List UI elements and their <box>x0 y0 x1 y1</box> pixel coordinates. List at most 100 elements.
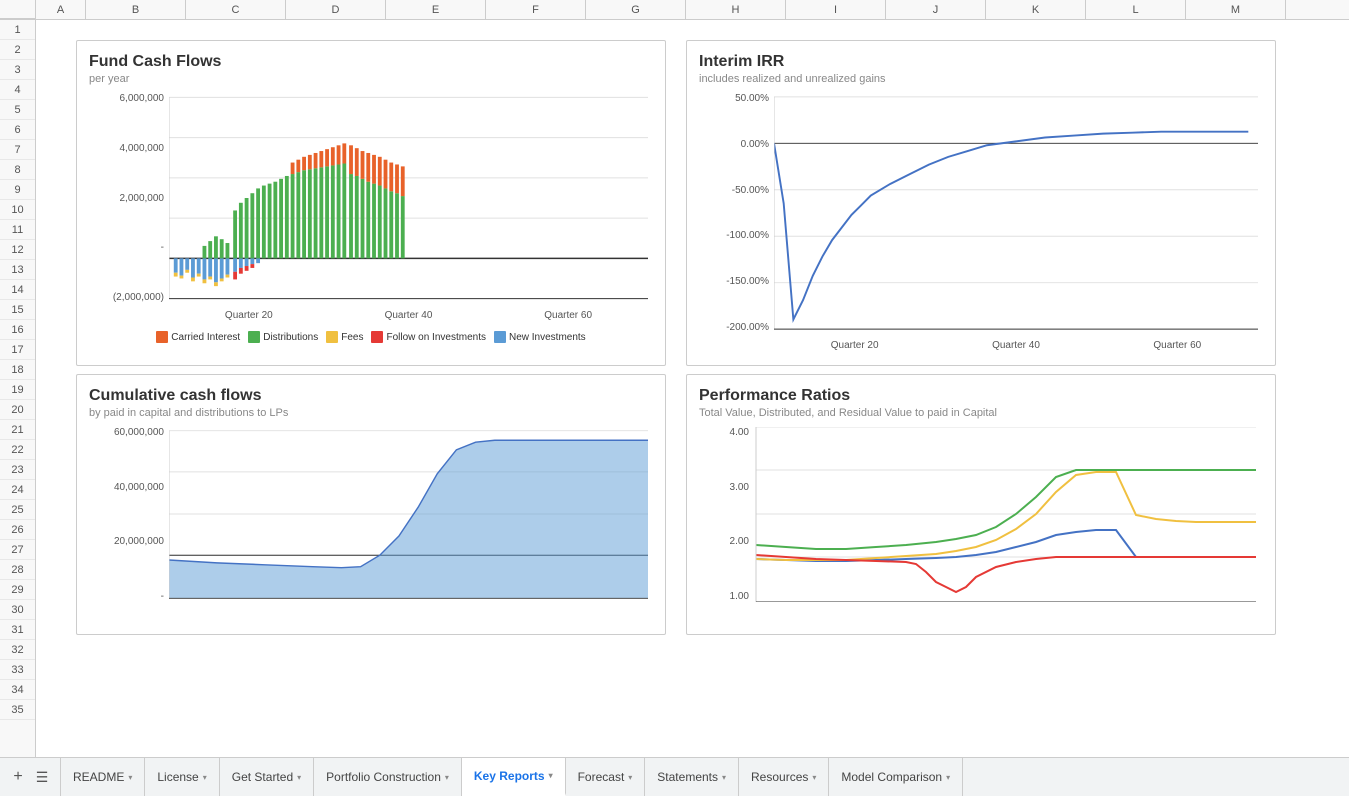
new-investments-color <box>494 331 506 343</box>
irr-x-q60: Quarter 60 <box>1153 340 1201 351</box>
tab-license[interactable]: License▾ <box>145 758 219 796</box>
tab-label: Statements <box>657 770 718 784</box>
row-num-29[interactable]: 29 <box>0 580 35 600</box>
follow-on-color <box>371 331 383 343</box>
legend-new-investments: New Investments <box>494 331 586 343</box>
row-num-34[interactable]: 34 <box>0 680 35 700</box>
row-num-10[interactable]: 10 <box>0 200 35 220</box>
col-header-e[interactable]: E <box>386 0 486 19</box>
row-num-9[interactable]: 9 <box>0 180 35 200</box>
row-num-30[interactable]: 30 <box>0 600 35 620</box>
tab-label: Get Started <box>232 770 293 784</box>
col-header-m[interactable]: M <box>1186 0 1286 19</box>
cum-y-60m: 60,000,000 <box>89 427 164 438</box>
tab-bar: + ☰ README▾License▾Get Started▾Portfolio… <box>0 757 1349 796</box>
tab-chevron-icon[interactable]: ▾ <box>445 773 449 782</box>
tab-chevron-icon[interactable]: ▾ <box>812 773 816 782</box>
add-sheet-button[interactable]: + <box>8 767 28 787</box>
row-num-25[interactable]: 25 <box>0 500 35 520</box>
interim-irr-subtitle: includes realized and unrealized gains <box>699 73 1263 85</box>
row-num-5[interactable]: 5 <box>0 100 35 120</box>
row-num-31[interactable]: 31 <box>0 620 35 640</box>
row-num-28[interactable]: 28 <box>0 560 35 580</box>
tab-forecast[interactable]: Forecast▾ <box>566 758 646 796</box>
row-num-1[interactable]: 1 <box>0 20 35 40</box>
col-header-d[interactable]: D <box>286 0 386 19</box>
row-num-14[interactable]: 14 <box>0 280 35 300</box>
col-header-i[interactable]: I <box>786 0 886 19</box>
perf-y-2: 2.00 <box>699 536 749 547</box>
performance-ratios-panel: Performance Ratios Total Value, Distribu… <box>686 374 1276 635</box>
row-num-13[interactable]: 13 <box>0 260 35 280</box>
row-num-16[interactable]: 16 <box>0 320 35 340</box>
col-header-g[interactable]: G <box>586 0 686 19</box>
tab-chevron-icon[interactable]: ▾ <box>946 773 950 782</box>
y-label-4m: 4,000,000 <box>89 143 164 154</box>
tab-readme[interactable]: README ▾ <box>61 758 145 796</box>
row-num-6[interactable]: 6 <box>0 120 35 140</box>
row-num-32[interactable]: 32 <box>0 640 35 660</box>
row-num-17[interactable]: 17 <box>0 340 35 360</box>
row-num-3[interactable]: 3 <box>0 60 35 80</box>
tab-get-started[interactable]: Get Started ▾ <box>220 758 314 796</box>
new-investments-label: New Investments <box>509 332 586 343</box>
row-num-22[interactable]: 22 <box>0 440 35 460</box>
irr-y-neg200: -200.00% <box>699 322 769 333</box>
irr-y-0: 0.00% <box>699 139 769 150</box>
col-header-j[interactable]: J <box>886 0 986 19</box>
row-num-35[interactable]: 35 <box>0 700 35 720</box>
col-header-l[interactable]: L <box>1086 0 1186 19</box>
y-label-neg2m: (2,000,000) <box>89 292 164 303</box>
tab-chevron-icon[interactable]: ▾ <box>628 773 632 782</box>
col-header-h[interactable]: H <box>686 0 786 19</box>
performance-subtitle: Total Value, Distributed, and Residual V… <box>699 407 1263 419</box>
tab-label: README <box>73 770 124 784</box>
tab-chevron-icon[interactable]: ▾ <box>203 773 207 782</box>
col-header-k[interactable]: K <box>986 0 1086 19</box>
tab-key-reports[interactable]: Key Reports▾ <box>462 758 566 796</box>
sheets-menu-button[interactable]: ☰ <box>32 767 52 787</box>
row-num-11[interactable]: 11 <box>0 220 35 240</box>
tab-chevron-icon[interactable]: ▾ <box>297 773 301 782</box>
row-num-23[interactable]: 23 <box>0 460 35 480</box>
cumulative-subtitle: by paid in capital and distributions to … <box>89 407 653 419</box>
row-num-21[interactable]: 21 <box>0 420 35 440</box>
row-num-2[interactable]: 2 <box>0 40 35 60</box>
interim-irr-title: Interim IRR <box>699 53 1263 71</box>
row-num-8[interactable]: 8 <box>0 160 35 180</box>
row-num-26[interactable]: 26 <box>0 520 35 540</box>
tab-statements[interactable]: Statements ▾ <box>645 758 739 796</box>
row-num-33[interactable]: 33 <box>0 660 35 680</box>
perf-y-1: 1.00 <box>699 591 749 602</box>
col-header-b[interactable]: B <box>86 0 186 19</box>
cum-y-20m: 20,000,000 <box>89 536 164 547</box>
legend-follow-on: Follow on Investments <box>371 331 486 343</box>
col-header-c[interactable]: C <box>186 0 286 19</box>
col-header-f[interactable]: F <box>486 0 586 19</box>
tab-chevron-icon[interactable]: ▾ <box>128 773 132 782</box>
tab-resources[interactable]: Resources ▾ <box>739 758 829 796</box>
interim-irr-chart <box>774 93 1258 333</box>
tab-chevron-icon[interactable]: ▾ <box>549 771 553 780</box>
irr-y-50: 50.00% <box>699 93 769 104</box>
cumulative-title: Cumulative cash flows <box>89 387 653 405</box>
grid-body: 1234567891011121314151617181920212223242… <box>0 20 1349 757</box>
row-num-15[interactable]: 15 <box>0 300 35 320</box>
cumulative-chart <box>169 427 648 602</box>
y-label-0: - <box>89 242 164 253</box>
legend-distributions: Distributions <box>248 331 318 343</box>
row-num-27[interactable]: 27 <box>0 540 35 560</box>
tab-model-comparison[interactable]: Model Comparison▾ <box>829 758 963 796</box>
row-num-19[interactable]: 19 <box>0 380 35 400</box>
row-num-20[interactable]: 20 <box>0 400 35 420</box>
carried-interest-color <box>156 331 168 343</box>
row-num-7[interactable]: 7 <box>0 140 35 160</box>
tab-label: Resources <box>751 770 808 784</box>
col-header-a[interactable]: A <box>36 0 86 19</box>
row-num-18[interactable]: 18 <box>0 360 35 380</box>
row-num-4[interactable]: 4 <box>0 80 35 100</box>
row-num-12[interactable]: 12 <box>0 240 35 260</box>
tab-portfolio-construction[interactable]: Portfolio Construction▾ <box>314 758 462 796</box>
tab-chevron-icon[interactable]: ▾ <box>722 773 726 782</box>
row-num-24[interactable]: 24 <box>0 480 35 500</box>
